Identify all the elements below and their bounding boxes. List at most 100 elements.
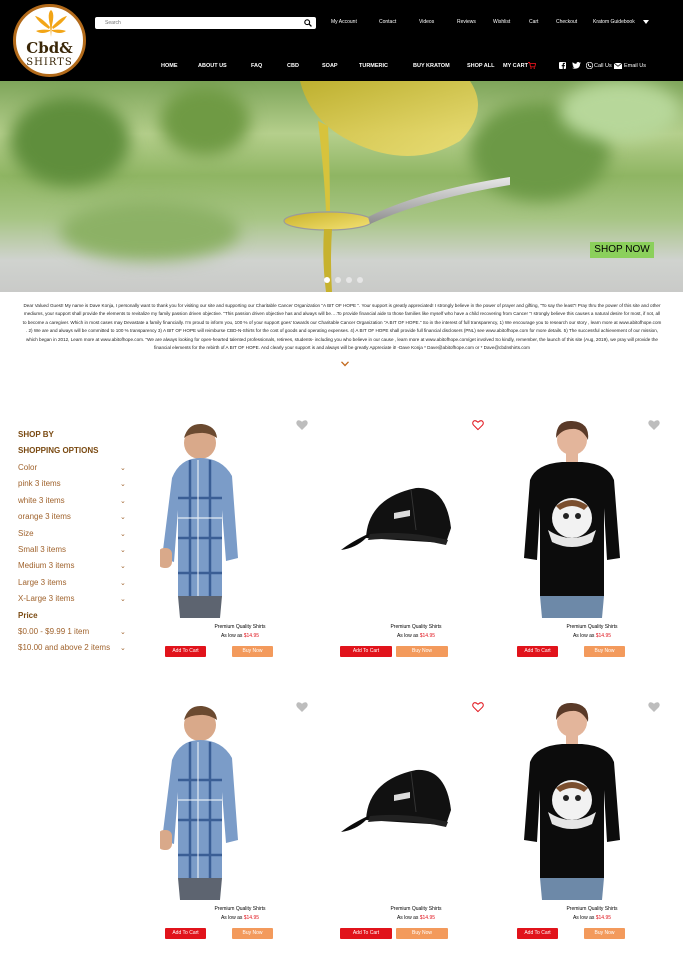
carousel-dot-active[interactable] <box>324 277 330 283</box>
top-link-kratom-guidebook[interactable]: Kratom Guidebook <box>593 19 635 25</box>
add-to-cart-button[interactable]: Add To Cart <box>165 646 206 657</box>
email-icon[interactable] <box>614 63 622 69</box>
product-card[interactable]: Premium Quality Shirts As low as $14.95 Ad… <box>336 700 496 940</box>
add-to-cart-button[interactable]: Add To Cart <box>165 928 206 939</box>
top-link-my-account[interactable]: My Account <box>331 19 357 25</box>
filter-option[interactable]: Price <box>18 611 38 620</box>
cart-icon[interactable] <box>528 62 536 69</box>
brand-logo[interactable]: Cbd& SHIRTS <box>13 4 86 77</box>
product-image-shirt[interactable] <box>158 700 320 900</box>
chevron-down-icon[interactable]: ⌄ <box>120 628 126 636</box>
top-link-contact[interactable]: Contact <box>379 19 396 25</box>
twitter-icon[interactable] <box>572 62 581 69</box>
filter-option[interactable]: $10.00 and above 2 items <box>18 643 110 652</box>
wishlist-heart-icon[interactable] <box>472 418 484 431</box>
nav-cbd[interactable]: CBD <box>287 63 299 69</box>
buy-now-button[interactable]: Buy Now <box>396 928 448 939</box>
add-to-cart-button[interactable]: Add To Cart <box>517 928 558 939</box>
product-title[interactable]: Premium Quality Shirts <box>160 906 320 912</box>
buy-now-button[interactable]: Buy Now <box>584 928 625 939</box>
buy-now-button[interactable]: Buy Now <box>396 646 448 657</box>
oil-spoon-image <box>283 81 510 292</box>
filter-option[interactable]: X-Large 3 items <box>18 594 74 603</box>
wishlist-heart-icon[interactable] <box>296 418 308 430</box>
wishlist-heart-icon[interactable] <box>472 700 484 713</box>
carousel-dot[interactable] <box>335 277 341 283</box>
chevron-down-icon[interactable]: ⌄ <box>120 562 126 570</box>
product-image-cap[interactable] <box>336 418 496 618</box>
filter-option[interactable]: orange 3 items <box>18 512 71 521</box>
top-link-checkout[interactable]: Checkout <box>556 19 577 25</box>
buy-now-button[interactable]: Buy Now <box>232 646 273 657</box>
facebook-icon[interactable] <box>559 62 566 69</box>
product-card[interactable]: Premium Quality Shirts As low as $14.95 Ad… <box>158 700 320 940</box>
buy-now-button[interactable]: Buy Now <box>232 928 273 939</box>
chevron-down-icon[interactable]: ⌄ <box>120 480 126 488</box>
filter-option[interactable]: white 3 items <box>18 496 65 505</box>
filter-option[interactable]: Large 3 items <box>18 578 66 587</box>
product-image-tshirt[interactable] <box>512 700 672 900</box>
nav-soap[interactable]: SOAP <box>322 63 338 69</box>
product-card[interactable]: Premium Quality Shirts As low as $14.95 Ad… <box>158 418 320 658</box>
filter-option[interactable]: $0.00 - $9.99 1 item <box>18 627 89 636</box>
email-us-link[interactable]: Email Us <box>624 63 646 69</box>
add-to-cart-button[interactable]: Add To Cart <box>340 646 392 657</box>
call-us-link[interactable]: Call Us <box>594 63 612 69</box>
filter-option[interactable]: Small 3 items <box>18 545 66 554</box>
wishlist-heart-icon[interactable] <box>296 700 308 712</box>
product-title[interactable]: Premium Quality Shirts <box>512 624 672 630</box>
hero-bg-foliage <box>160 86 250 156</box>
nav-faq[interactable]: FAQ <box>251 63 262 69</box>
product-price: As low as $14.95 <box>512 633 672 639</box>
carousel-dot[interactable] <box>346 277 352 283</box>
product-image-cap[interactable] <box>336 700 496 900</box>
product-price: As low as $14.95 <box>336 915 496 921</box>
nav-home[interactable]: HOME <box>161 63 178 69</box>
product-image-shirt[interactable] <box>158 418 320 618</box>
nav-buy-kratom[interactable]: BUY KRATOM <box>413 63 450 69</box>
phone-icon[interactable] <box>586 62 593 69</box>
filter-option[interactable]: Medium 3 items <box>18 561 74 570</box>
filter-option[interactable]: Size <box>18 529 34 538</box>
add-to-cart-button[interactable]: Add To Cart <box>517 646 558 657</box>
product-card[interactable]: Premium Quality Shirts As low as $14.95 Ad… <box>336 418 496 658</box>
search-icon[interactable] <box>304 19 312 27</box>
chevron-down-icon[interactable] <box>341 361 349 367</box>
chevron-down-icon[interactable] <box>643 20 649 24</box>
buy-now-button[interactable]: Buy Now <box>584 646 625 657</box>
chevron-down-icon[interactable]: ⌄ <box>120 595 126 603</box>
top-link-videos[interactable]: Videos <box>419 19 434 25</box>
carousel-dot[interactable] <box>357 277 363 283</box>
chevron-down-icon[interactable]: ⌄ <box>120 644 126 652</box>
add-to-cart-button[interactable]: Add To Cart <box>340 928 392 939</box>
product-price: As low as $14.95 <box>160 915 320 921</box>
product-title[interactable]: Premium Quality Shirts <box>160 624 320 630</box>
chevron-down-icon[interactable]: ⌄ <box>120 497 126 505</box>
nav-my-cart[interactable]: MY CART <box>503 63 528 69</box>
top-link-wishlist[interactable]: Wishlist <box>493 19 510 25</box>
product-card[interactable]: Premium Quality Shirts As low as $14.95 Ad… <box>512 700 672 940</box>
filter-option[interactable]: pink 3 items <box>18 479 61 488</box>
product-price: As low as $14.95 <box>336 633 496 639</box>
chevron-down-icon[interactable]: ⌄ <box>120 530 126 538</box>
wishlist-heart-icon[interactable] <box>648 700 660 712</box>
wishlist-heart-icon[interactable] <box>648 418 660 430</box>
nav-shop-all[interactable]: SHOP ALL <box>467 63 495 69</box>
chevron-down-icon[interactable]: ⌄ <box>120 464 126 472</box>
product-card[interactable]: Premium Quality Shirts As low as $14.95 Ad… <box>512 418 672 658</box>
chevron-down-icon[interactable]: ⌄ <box>120 513 126 521</box>
product-image-tshirt[interactable] <box>512 418 672 618</box>
shop-now-button[interactable]: SHOP NOW <box>590 242 654 258</box>
chevron-down-icon[interactable]: ⌄ <box>120 579 126 587</box>
filter-option[interactable]: Color <box>18 463 37 472</box>
product-title[interactable]: Premium Quality Shirts <box>336 906 496 912</box>
top-link-reviews[interactable]: Reviews <box>457 19 476 25</box>
product-title[interactable]: Premium Quality Shirts <box>336 624 496 630</box>
nav-about-us[interactable]: ABOUT US <box>198 63 227 69</box>
product-title[interactable]: Premium Quality Shirts <box>512 906 672 912</box>
nav-turmeric[interactable]: TURMERIC <box>359 63 388 69</box>
search-bar[interactable] <box>95 17 316 29</box>
top-link-cart[interactable]: Cart <box>529 19 538 25</box>
search-input[interactable] <box>105 17 295 29</box>
chevron-down-icon[interactable]: ⌄ <box>120 546 126 554</box>
